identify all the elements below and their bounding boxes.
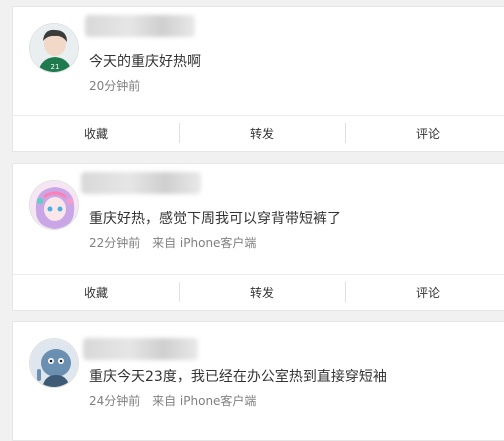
favorite-button[interactable]: 收藏	[13, 284, 179, 301]
post-meta: 22分钟前 来自 iPhone客户端	[89, 234, 264, 251]
post-source: 来自 iPhone客户端	[152, 236, 257, 250]
svg-text:21: 21	[51, 63, 60, 71]
avatar[interactable]: 21	[29, 23, 79, 73]
repost-button[interactable]: 转发	[179, 123, 345, 143]
comment-button[interactable]: 评论	[345, 282, 504, 302]
post-card: 重庆好热，感觉下周我可以穿背带短裤了 22分钟前 来自 iPhone客户端 收藏…	[12, 163, 504, 311]
post-meta: 20分钟前	[89, 77, 148, 94]
avatar[interactable]	[29, 338, 79, 388]
post-card: 重庆今天23度，我已经在办公室热到直接穿短袖 24分钟前 来自 iPhone客户…	[12, 321, 504, 441]
avatar[interactable]	[29, 180, 79, 230]
action-bar: 收藏 转发 评论	[13, 274, 504, 310]
post-card: 21 今天的重庆好热啊 20分钟前 收藏 转发 评论	[12, 6, 504, 152]
repost-button[interactable]: 转发	[179, 282, 345, 302]
post-time[interactable]: 22分钟前	[89, 236, 140, 250]
comment-button[interactable]: 评论	[345, 123, 504, 143]
username-redacted	[83, 338, 198, 360]
post-text: 重庆今天23度，我已经在办公室热到直接穿短袖	[89, 369, 387, 385]
post-text: 今天的重庆好热啊	[89, 54, 201, 70]
post-text: 重庆好热，感觉下周我可以穿背带短裤了	[89, 211, 341, 227]
username-redacted	[85, 15, 195, 37]
favorite-button[interactable]: 收藏	[13, 125, 179, 142]
post-meta: 24分钟前 来自 iPhone客户端	[89, 392, 264, 409]
post-source: 来自 iPhone客户端	[152, 394, 257, 408]
username-redacted	[81, 172, 201, 194]
post-time[interactable]: 20分钟前	[89, 79, 140, 93]
post-time[interactable]: 24分钟前	[89, 394, 140, 408]
action-bar: 收藏 转发 评论	[13, 115, 504, 151]
